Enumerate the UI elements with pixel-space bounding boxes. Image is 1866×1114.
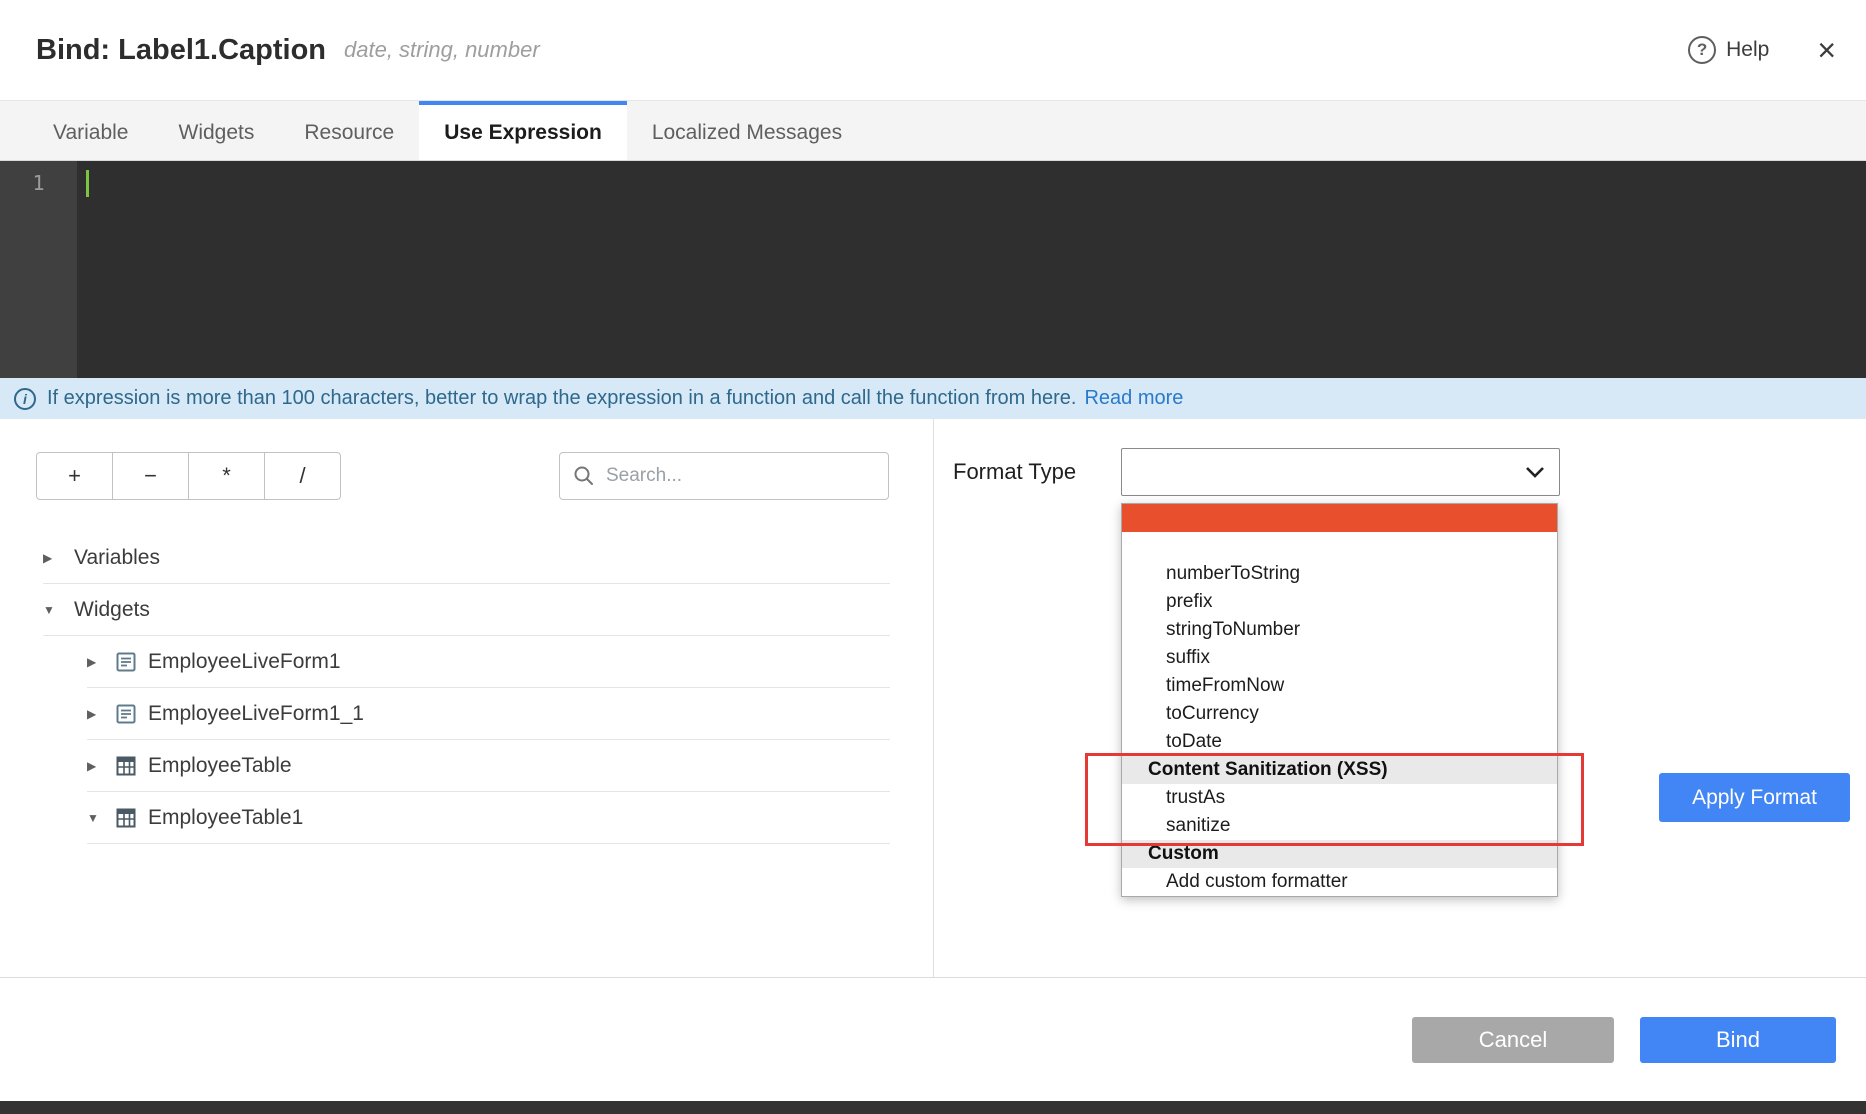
tree-item-label: EmployeeLiveForm1_1: [148, 702, 364, 726]
dialog-subtitle: date, string, number: [344, 37, 540, 63]
main-content: + − * / Variables: [0, 419, 1866, 978]
divide-operator-button[interactable]: /: [264, 452, 341, 500]
search-box: [559, 452, 889, 500]
expression-editor: 1: [0, 161, 1866, 378]
dropdown-option-timefromnow[interactable]: timeFromNow: [1122, 672, 1557, 700]
tab-localized-messages[interactable]: Localized Messages: [627, 101, 867, 160]
caret-right-icon[interactable]: [87, 757, 109, 775]
table-widget-icon: [115, 807, 137, 829]
tree-item-label: EmployeeTable: [148, 754, 292, 778]
header-actions: ? Help ×: [1688, 34, 1836, 66]
dropdown-option-todate[interactable]: toDate: [1122, 728, 1557, 756]
minus-operator-button[interactable]: −: [112, 452, 189, 500]
caret-down-icon[interactable]: [87, 809, 109, 827]
help-icon[interactable]: ?: [1688, 36, 1716, 64]
form-widget-icon: [115, 703, 137, 725]
tree-item-label: Variables: [74, 546, 160, 570]
editor-cursor: [86, 170, 89, 197]
apply-format-button[interactable]: Apply Format: [1659, 773, 1850, 822]
tree-item-employeeliveform1[interactable]: EmployeeLiveForm1: [87, 636, 890, 688]
dialog-footer: Cancel Bind: [0, 978, 1866, 1101]
tree-item-employeetable[interactable]: EmployeeTable: [87, 740, 890, 792]
info-bar: i If expression is more than 100 charact…: [0, 378, 1866, 419]
tree-item-employeetable1[interactable]: EmployeeTable1: [87, 792, 890, 844]
dropdown-option-empty-selected[interactable]: [1122, 504, 1557, 532]
multiply-operator-button[interactable]: *: [188, 452, 265, 500]
format-type-select[interactable]: [1121, 448, 1560, 496]
dropdown-option-prefix[interactable]: prefix: [1122, 588, 1557, 616]
caret-right-icon[interactable]: [43, 549, 65, 567]
format-panel: Format Type numberToString prefix string…: [934, 419, 1866, 977]
tree-item-widgets[interactable]: Widgets: [43, 584, 890, 636]
format-type-label: Format Type: [953, 448, 1076, 496]
format-type-dropdown-list: numberToString prefix stringToNumber suf…: [1121, 503, 1558, 897]
tree-item-label: EmployeeLiveForm1: [148, 650, 341, 674]
dialog-header: Bind: Label1.Caption date, string, numbe…: [0, 0, 1866, 100]
caret-down-icon[interactable]: [43, 601, 65, 619]
dropdown-option-trustas[interactable]: trustAs: [1122, 784, 1557, 812]
dialog-title: Bind: Label1.Caption: [36, 34, 326, 67]
caret-right-icon[interactable]: [87, 705, 109, 723]
binding-tree: Variables Widgets EmployeeLiveForm1: [0, 532, 933, 844]
bottom-edge-bar: [0, 1101, 1866, 1114]
dropdown-option-empty[interactable]: [1122, 532, 1557, 560]
expression-builder-panel: + − * / Variables: [0, 419, 934, 977]
table-widget-icon: [115, 755, 137, 777]
tab-widgets[interactable]: Widgets: [154, 101, 280, 160]
editor-gutter: 1: [0, 161, 77, 378]
tree-item-employeeliveform1_1[interactable]: EmployeeLiveForm1_1: [87, 688, 890, 740]
help-link[interactable]: Help: [1726, 38, 1769, 62]
builder-toolbar: + − * /: [36, 452, 889, 500]
dropdown-option-stringtonumber[interactable]: stringToNumber: [1122, 616, 1557, 644]
dropdown-group-custom: Custom: [1122, 840, 1557, 868]
tab-resource[interactable]: Resource: [279, 101, 419, 160]
chevron-down-icon: [1525, 466, 1545, 478]
plus-operator-button[interactable]: +: [36, 452, 113, 500]
form-widget-icon: [115, 651, 137, 673]
operator-group: + − * /: [36, 452, 341, 500]
dropdown-group-content-sanitization: Content Sanitization (XSS): [1122, 756, 1557, 784]
tree-item-label: EmployeeTable1: [148, 806, 303, 830]
tree-item-variables[interactable]: Variables: [43, 532, 890, 584]
dropdown-option-add-custom-formatter[interactable]: Add custom formatter: [1122, 868, 1557, 896]
dropdown-option-numbertostring[interactable]: numberToString: [1122, 560, 1557, 588]
dropdown-option-suffix[interactable]: suffix: [1122, 644, 1557, 672]
read-more-link[interactable]: Read more: [1084, 387, 1183, 410]
cancel-button[interactable]: Cancel: [1412, 1017, 1614, 1063]
tab-use-expression[interactable]: Use Expression: [419, 101, 627, 160]
tab-variable[interactable]: Variable: [28, 101, 154, 160]
editor-code-area[interactable]: [77, 161, 1866, 378]
search-input[interactable]: [559, 452, 889, 500]
info-text: If expression is more than 100 character…: [47, 387, 1076, 410]
close-icon[interactable]: ×: [1817, 34, 1836, 66]
info-icon: i: [14, 388, 36, 410]
dropdown-option-tocurrency[interactable]: toCurrency: [1122, 700, 1557, 728]
bind-button[interactable]: Bind: [1640, 1017, 1836, 1063]
line-number: 1: [32, 171, 44, 195]
tab-bar: Variable Widgets Resource Use Expression…: [0, 100, 1866, 161]
bind-dialog: Bind: Label1.Caption date, string, numbe…: [0, 0, 1866, 1114]
caret-right-icon[interactable]: [87, 653, 109, 671]
dropdown-option-sanitize[interactable]: sanitize: [1122, 812, 1557, 840]
tree-item-label: Widgets: [74, 598, 150, 622]
